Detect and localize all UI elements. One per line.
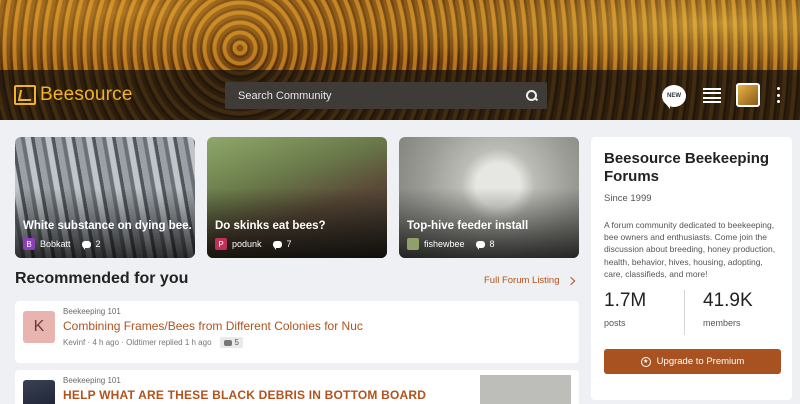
post-meta-text: Kevinf · 4 h ago · Oldtimer replied 1 h … xyxy=(63,338,212,347)
reply-count: 2 xyxy=(95,239,101,249)
author-avatar xyxy=(407,238,419,250)
star-icon: ★ xyxy=(640,356,651,367)
comment-icon xyxy=(223,339,232,346)
reply-count: 5 xyxy=(234,338,239,347)
post-category[interactable]: Beekeeping 101 xyxy=(63,307,121,316)
search-input[interactable]: Search Community xyxy=(225,82,547,109)
members-label: members xyxy=(703,318,741,329)
author-name[interactable]: podunk xyxy=(232,239,262,249)
more-menu-icon[interactable] xyxy=(776,87,780,103)
post-title[interactable]: Combining Frames/Bees from Different Col… xyxy=(63,319,363,333)
featured-card-title[interactable]: White substance on dying bee. xyxy=(23,220,192,232)
featured-card[interactable]: White substance on dying bee. B Bobkatt … xyxy=(15,137,195,258)
upgrade-premium-button[interactable]: ★ Upgrade to Premium xyxy=(604,349,781,375)
list-icon[interactable] xyxy=(703,88,721,103)
post-title[interactable]: HELP WHAT ARE THESE BLACK DEBRIS IN BOTT… xyxy=(63,388,426,402)
search-icon[interactable] xyxy=(526,90,537,101)
chevron-right-icon xyxy=(566,276,575,285)
post-category[interactable]: Beekeeping 101 xyxy=(63,376,121,385)
comment-icon xyxy=(81,240,91,250)
section-heading: Recommended for you xyxy=(15,270,189,287)
post-thumbnail[interactable] xyxy=(480,375,571,404)
posts-count: 1.7M xyxy=(604,290,647,312)
featured-card[interactable]: Do skinks eat bees? P podunk 7 xyxy=(207,137,387,258)
members-stat: 41.9K members xyxy=(684,290,764,336)
posts-label: posts xyxy=(604,318,626,329)
author-name[interactable]: Bobkatt xyxy=(40,239,71,249)
community-stats: 1.7M posts 41.9K members xyxy=(604,290,779,336)
search-placeholder: Search Community xyxy=(238,89,332,102)
comment-icon xyxy=(272,240,282,250)
reply-count: 8 xyxy=(489,239,495,249)
featured-card-meta: P podunk 7 xyxy=(215,238,292,250)
community-since: Since 1999 xyxy=(604,193,652,204)
featured-card-meta: fishewbee 8 xyxy=(407,238,495,250)
logo-icon xyxy=(14,85,36,105)
post-meta: Kevinf · 4 h ago · Oldtimer replied 1 h … xyxy=(63,337,243,348)
upgrade-label: Upgrade to Premium xyxy=(656,356,745,368)
list-item[interactable]: K Beekeeping 101 Combining Frames/Bees f… xyxy=(15,301,579,363)
community-info-panel: Beesource Beekeeping Forums Since 1999 A… xyxy=(591,137,792,400)
reply-badge: 5 xyxy=(219,337,243,348)
site-logo[interactable]: Beesource xyxy=(14,84,133,106)
avatar[interactable]: K xyxy=(23,311,55,343)
logo-text: Beesource xyxy=(40,84,133,105)
full-forum-listing-label: Full Forum Listing xyxy=(484,275,560,286)
community-description: A forum community dedicated to beekeepin… xyxy=(604,220,776,279)
reply-count: 7 xyxy=(286,239,292,249)
posts-stat: 1.7M posts xyxy=(604,290,684,335)
full-forum-listing-link[interactable]: Full Forum Listing xyxy=(484,275,575,286)
featured-card-meta: B Bobkatt 2 xyxy=(23,238,101,250)
members-count: 41.9K xyxy=(703,290,753,312)
featured-card-title[interactable]: Top-hive feeder install xyxy=(407,220,528,232)
featured-card[interactable]: Top-hive feeder install fishewbee 8 xyxy=(399,137,579,258)
author-avatar: P xyxy=(215,238,227,250)
new-posts-icon[interactable]: NEW xyxy=(662,85,686,109)
author-name[interactable]: fishewbee xyxy=(424,239,465,249)
comment-icon xyxy=(475,240,485,250)
avatar[interactable] xyxy=(23,380,55,404)
list-item[interactable]: Beekeeping 101 HELP WHAT ARE THESE BLACK… xyxy=(15,370,579,404)
author-avatar: B xyxy=(23,238,35,250)
community-title: Beesource Beekeeping Forums xyxy=(604,150,770,185)
featured-card-title[interactable]: Do skinks eat bees? xyxy=(215,220,326,232)
user-avatar[interactable] xyxy=(736,83,760,107)
